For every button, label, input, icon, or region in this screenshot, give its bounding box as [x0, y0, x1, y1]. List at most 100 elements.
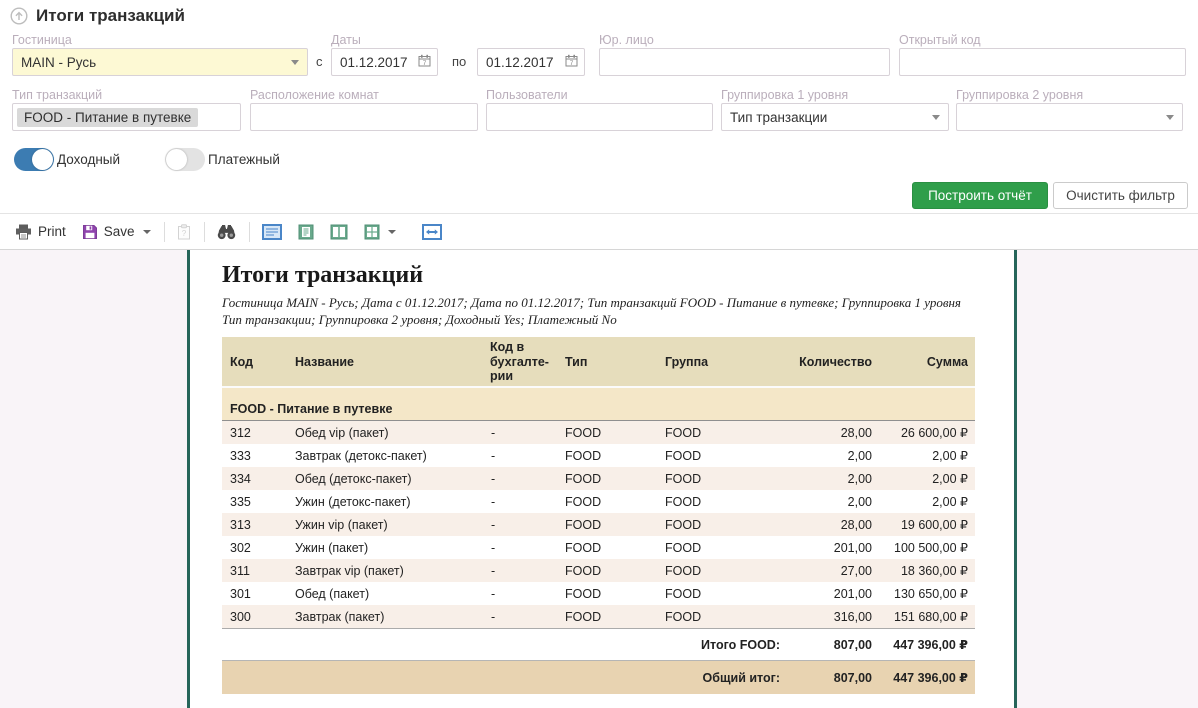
save-label: Save: [104, 224, 135, 239]
date-to-prefix: по: [452, 48, 466, 76]
report-title: Итоги транзакций: [222, 262, 1014, 289]
calendar-icon[interactable]: 7: [565, 54, 578, 70]
toggle-knob: [166, 149, 187, 170]
income-toggle-group: Доходный: [14, 148, 120, 171]
subtotal-row: Итого FOOD: 807,00 447 396,00 ₽: [222, 629, 975, 661]
view-continuous-icon: [262, 224, 282, 240]
print-button[interactable]: Print: [10, 221, 71, 243]
paste-button[interactable]: ?: [172, 221, 196, 243]
view-single-page-icon: [298, 224, 314, 240]
report-toolbar: Print Save ?: [0, 213, 1198, 250]
hotel-value: MAIN - Русь: [21, 55, 96, 70]
report-viewer: Итоги транзакций Гостиница MAIN - Русь; …: [0, 250, 1198, 708]
payment-toggle-group: Платежный: [165, 148, 280, 171]
transaction-type-chip[interactable]: FOOD - Питание в путевке: [17, 108, 198, 127]
transaction-type-input[interactable]: FOOD - Питание в путевке: [12, 103, 241, 131]
table-row: 302Ужин (пакет)-FOODFOOD201,00100 500,00…: [222, 536, 975, 559]
svg-text:7: 7: [570, 60, 574, 67]
report-table-body: 312Обед vip (пакет)-FOODFOOD28,0026 600,…: [222, 421, 975, 629]
view-facing-pages-button[interactable]: [325, 221, 353, 243]
table-row: 311Завтрак vip (пакет)-FOODFOOD27,0018 3…: [222, 559, 975, 582]
grouping2-select[interactable]: [956, 103, 1183, 131]
chevron-down-icon: [1166, 115, 1174, 120]
legal-entity-input[interactable]: [599, 48, 890, 76]
view-multiple-pages-icon: [364, 224, 380, 240]
view-multiple-pages-button[interactable]: [359, 221, 401, 243]
payment-toggle-label: Платежный: [208, 152, 280, 167]
filter-panel: Гостиница MAIN - Русь Даты с 01.12.2017 …: [0, 32, 1198, 213]
svg-text:7: 7: [423, 60, 427, 67]
chevron-down-icon: [291, 60, 299, 65]
room-location-input[interactable]: [250, 103, 478, 131]
grand-total-quantity: 807,00: [788, 661, 878, 695]
paste-icon: ?: [177, 224, 191, 240]
calendar-icon[interactable]: 7: [418, 54, 431, 70]
grouping1-select[interactable]: Тип транзакции: [721, 103, 949, 131]
report-page: Итоги транзакций Гостиница MAIN - Русь; …: [190, 250, 1014, 708]
open-code-label: Открытый код: [899, 33, 981, 47]
report-table: Код Название Код в бухгалте-рии Тип Груп…: [222, 337, 975, 694]
clear-filter-button[interactable]: Очистить фильтр: [1053, 182, 1188, 209]
toggle-knob: [32, 149, 53, 170]
subtotal-label: Итого FOOD:: [222, 629, 788, 661]
date-to-input[interactable]: 01.12.2017 7: [477, 48, 585, 76]
chevron-down-icon: [388, 230, 396, 234]
users-input[interactable]: [486, 103, 713, 131]
column-header-name: Название: [290, 337, 485, 387]
table-row: 300Завтрак (пакет)-FOODFOOD316,00151 680…: [222, 605, 975, 629]
toolbar-separator: [164, 222, 165, 242]
grouping1-label: Группировка 1 уровня: [721, 88, 848, 102]
page-header: Итоги транзакций: [0, 0, 1198, 32]
toolbar-separator: [204, 222, 205, 242]
grand-total-label: Общий итог:: [222, 661, 788, 695]
page-title: Итоги транзакций: [36, 6, 185, 26]
table-row: 312Обед vip (пакет)-FOODFOOD28,0026 600,…: [222, 421, 975, 445]
grouping1-value: Тип транзакции: [730, 110, 827, 125]
table-row: 335Ужин (детокс-пакет)-FOODFOOD2,002,00 …: [222, 490, 975, 513]
arrow-up-circle-icon: [10, 7, 28, 25]
legal-entity-label: Юр. лицо: [599, 33, 654, 47]
save-icon: [82, 224, 98, 240]
grand-total-sum: 447 396,00 ₽: [878, 661, 975, 695]
report-filter-summary: Гостиница MAIN - Русь; Дата с 01.12.2017…: [222, 294, 970, 328]
grand-total-row: Общий итог: 807,00 447 396,00 ₽: [222, 661, 975, 695]
save-button[interactable]: Save: [77, 221, 156, 243]
date-to-value: 01.12.2017: [486, 55, 554, 70]
printer-icon: [15, 224, 32, 240]
income-toggle[interactable]: [14, 148, 54, 171]
column-header-code: Код: [222, 337, 290, 387]
users-label: Пользователи: [486, 88, 568, 102]
page-width-icon: [422, 224, 442, 240]
chevron-down-icon: [143, 230, 151, 234]
column-header-accounting-code: Код в бухгалте-рии: [485, 337, 553, 387]
collapse-panel-button[interactable]: [10, 7, 28, 25]
transactions-report-app: Итоги транзакций Гостиница MAIN - Русь Д…: [0, 0, 1198, 708]
table-row: 313Ужин vip (пакет)-FOODFOOD28,0019 600,…: [222, 513, 975, 536]
find-icon: [217, 224, 236, 240]
grouping2-label: Группировка 2 уровня: [956, 88, 1083, 102]
dates-label: Даты: [331, 33, 361, 47]
payment-toggle[interactable]: [165, 148, 205, 171]
build-report-button[interactable]: Построить отчёт: [912, 182, 1048, 209]
hotel-select[interactable]: MAIN - Русь: [12, 48, 308, 76]
column-header-type: Тип: [553, 337, 658, 387]
chevron-down-icon: [932, 115, 940, 120]
transaction-type-label: Тип транзакций: [12, 88, 102, 102]
svg-text:?: ?: [181, 229, 186, 238]
view-single-page-button[interactable]: [293, 221, 319, 243]
print-label: Print: [38, 224, 66, 239]
subtotal-sum: 447 396,00 ₽: [878, 629, 975, 661]
income-toggle-label: Доходный: [57, 152, 120, 167]
page-border-right: [1014, 250, 1017, 708]
group-header-label: FOOD - Питание в путевке: [222, 387, 975, 421]
date-from-input[interactable]: 01.12.2017 7: [331, 48, 438, 76]
view-continuous-button[interactable]: [257, 221, 287, 243]
open-code-input[interactable]: [899, 48, 1186, 76]
table-header-row: Код Название Код в бухгалте-рии Тип Груп…: [222, 337, 975, 387]
page-width-button[interactable]: [417, 221, 447, 243]
table-row: 301Обед (пакет)-FOODFOOD201,00130 650,00…: [222, 582, 975, 605]
toolbar-separator: [249, 222, 250, 242]
find-button[interactable]: [212, 221, 241, 243]
date-from-value: 01.12.2017: [340, 55, 408, 70]
group-header-row: FOOD - Питание в путевке: [222, 387, 975, 421]
